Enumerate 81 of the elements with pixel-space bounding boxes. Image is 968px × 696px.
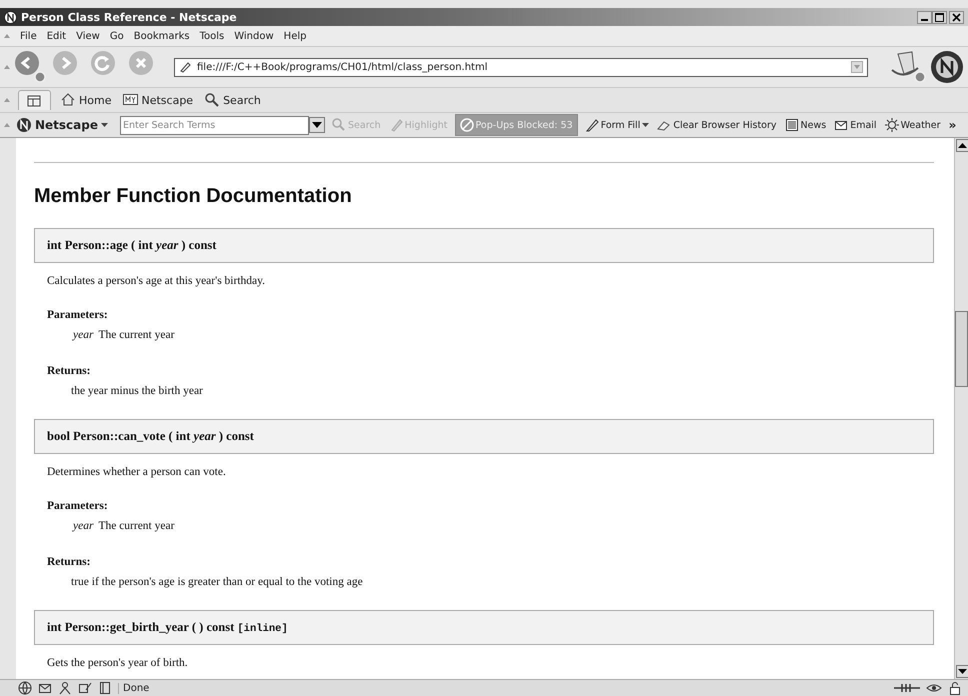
scrollbar[interactable] [954, 138, 968, 679]
newspaper-icon [784, 118, 799, 132]
minimize-button[interactable] [917, 10, 932, 24]
window-title: Person Class Reference - Netscape [21, 10, 237, 24]
menu-item[interactable]: Bookmarks [134, 30, 190, 42]
connection-icon [894, 682, 920, 694]
home-button[interactable]: Home [59, 93, 114, 107]
envelope-icon [834, 118, 848, 132]
search-button[interactable]: Search [203, 93, 263, 107]
formfill-button[interactable]: Form Fill [584, 114, 650, 136]
maximize-icon [935, 12, 944, 22]
search-icon [205, 93, 220, 107]
parameter-description: The current year [98, 520, 174, 532]
description-text: Calculates a person's age at this year's birthday. [47, 275, 266, 287]
dropdown-icon [851, 61, 863, 73]
search-field[interactable]: Enter Search Terms [120, 116, 309, 134]
member-signature: int Person::age ( int year ) const [34, 228, 934, 263]
parameters-label: Parameters: [47, 500, 109, 512]
dropdown-icon [309, 117, 325, 133]
grip-icon [4, 122, 10, 128]
menu-item[interactable]: Go [110, 30, 124, 42]
close-icon [952, 12, 961, 22]
menu-item[interactable]: View [76, 30, 100, 42]
person-icon[interactable] [58, 681, 72, 695]
description-text: Determines whether a person can vote. [47, 466, 227, 478]
returns-text: the year minus the birth year [70, 385, 204, 397]
parameter-description: The current year [98, 329, 174, 341]
menu-item[interactable]: Edit [46, 30, 66, 42]
menu-item[interactable]: Window [234, 30, 274, 42]
globe-icon[interactable] [18, 681, 32, 695]
app-logo-icon [4, 10, 17, 24]
blocked-icon [460, 118, 474, 132]
menu-item[interactable]: Tools [200, 30, 224, 42]
book-icon[interactable] [98, 681, 112, 695]
member-signature: int Person::get_birth_year ( ) const [inline] [34, 610, 934, 645]
close-button[interactable] [949, 10, 964, 24]
email-button[interactable]: Email [833, 114, 878, 136]
caret-icon [642, 123, 650, 127]
marker-icon [388, 118, 403, 132]
logo-icon [16, 117, 32, 133]
parameter-name: year [73, 520, 94, 532]
scroll-thumb[interactable] [955, 311, 968, 387]
netscape-menu-button[interactable]: Netscape [16, 117, 108, 133]
tabs-icon [27, 94, 42, 108]
search-icon [332, 118, 346, 132]
grip-icon [4, 33, 10, 39]
description-text: Gets the person's year of birth. [47, 657, 189, 669]
back-button[interactable] [14, 50, 48, 84]
news-button[interactable]: News [784, 114, 828, 136]
member-signature: bool Person::can_vote ( int year ) const [34, 419, 934, 454]
returns-label: Returns: [47, 365, 92, 377]
hat-icon[interactable] [890, 50, 926, 84]
envelope-icon[interactable] [38, 681, 52, 695]
home-icon [61, 93, 76, 107]
address-field[interactable]: file:///F:/C++Book/programs/CH01/html/class_person.html [174, 58, 868, 76]
pen-icon [584, 118, 599, 132]
status-text: Done [118, 682, 150, 694]
pencil-icon[interactable] [78, 681, 92, 695]
minimize-icon [921, 18, 928, 20]
section-heading: Member Function Documentation [34, 185, 353, 208]
more-button[interactable]: » [948, 114, 958, 136]
sun-icon [884, 118, 899, 132]
tab-button[interactable] [18, 90, 51, 110]
netscape-button[interactable]: Netscape [121, 93, 196, 107]
returns-label: Returns: [47, 556, 92, 568]
my-icon [123, 93, 138, 107]
back-arrow-icon [14, 50, 48, 84]
caret-icon [101, 123, 108, 127]
menu-item[interactable]: File [20, 30, 37, 42]
maximize-button[interactable] [932, 10, 947, 24]
grip-icon [4, 97, 10, 103]
parameters-label: Parameters: [47, 309, 109, 321]
menu-item[interactable]: Help [284, 30, 306, 42]
padlock-icon [948, 681, 962, 695]
weather-button[interactable]: Weather [884, 114, 942, 136]
eraser-button[interactable]: Clear Browser History [656, 114, 778, 136]
grip-icon [4, 64, 10, 70]
returns-text: true if the person's age is greater than or equal to the voting age [70, 576, 364, 588]
eye-icon [926, 682, 942, 694]
parameter-name: year [73, 329, 94, 341]
logo-icon[interactable] [930, 50, 964, 84]
